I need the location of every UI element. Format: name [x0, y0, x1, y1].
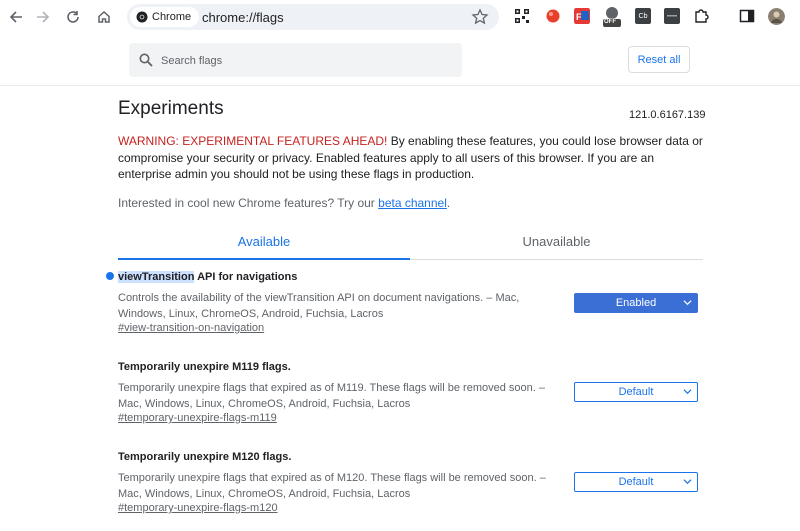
- flag-item-view-transition: viewTransition API for navigations Contr…: [106, 271, 703, 341]
- flag-state-value: Default: [618, 476, 654, 488]
- home-button[interactable]: [93, 6, 115, 28]
- flag-title: viewTransition API for navigations: [118, 271, 703, 283]
- flag-description: Temporarily unexpire flags that expired …: [118, 382, 545, 410]
- tab-available[interactable]: Available: [118, 234, 410, 249]
- chevron-down-icon: [683, 479, 692, 485]
- forward-button[interactable]: [32, 6, 54, 28]
- dark-extension-icon[interactable]: [664, 8, 680, 24]
- site-chip[interactable]: Chrome: [130, 7, 200, 27]
- active-tab-indicator: [118, 258, 410, 260]
- chevron-down-icon: [683, 300, 692, 306]
- chevron-down-icon: [683, 389, 692, 395]
- search-icon: [139, 53, 153, 67]
- flag-item-unexpire-m119: Temporarily unexpire M119 flags. Tempora…: [118, 361, 703, 431]
- flag-description: Temporarily unexpire flags that expired …: [118, 472, 546, 500]
- beta-note-text: Interested in cool new Chrome features? …: [118, 196, 379, 210]
- extensions-puzzle-icon[interactable]: [693, 8, 709, 24]
- modified-indicator-dot: [106, 272, 114, 280]
- flag-state-value: Enabled: [615, 297, 657, 309]
- warning-heading: WARNING: EXPERIMENTAL FEATURES AHEAD!: [118, 134, 388, 148]
- address-bar[interactable]: Chrome chrome://flags: [127, 4, 499, 30]
- flag-state-select[interactable]: Enabled: [574, 293, 698, 313]
- red-circle-extension-icon[interactable]: [545, 8, 561, 24]
- forward-arrow-icon: [37, 11, 50, 23]
- tab-bar: Available Unavailable: [118, 226, 703, 260]
- fe-extension-icon[interactable]: F: [574, 8, 590, 24]
- off-extension[interactable]: OFF: [603, 6, 621, 28]
- flag-description: Controls the availability of the viewTra…: [118, 292, 520, 320]
- tab-unavailable[interactable]: Unavailable: [410, 234, 703, 249]
- flag-state-select[interactable]: Default: [574, 382, 698, 402]
- chrome-icon: [136, 11, 148, 23]
- page-title: Experiments: [118, 98, 224, 119]
- url-text[interactable]: chrome://flags: [202, 10, 284, 25]
- site-chip-label: Chrome: [152, 11, 192, 23]
- reload-icon: [67, 11, 79, 23]
- svg-text:F: F: [576, 12, 582, 22]
- reload-button[interactable]: [62, 6, 84, 28]
- flag-item-unexpire-m120: Temporarily unexpire M120 flags. Tempora…: [118, 451, 703, 521]
- beta-channel-note: Interested in cool new Chrome features? …: [118, 196, 450, 210]
- cb-extension-icon[interactable]: Cb: [635, 8, 651, 24]
- flag-permalink[interactable]: #temporary-unexpire-flags-m120: [118, 502, 278, 514]
- warning-text: WARNING: EXPERIMENTAL FEATURES AHEAD! By…: [118, 133, 703, 183]
- flag-state-value: Default: [618, 386, 654, 398]
- side-panel-icon[interactable]: [739, 8, 755, 24]
- profile-avatar[interactable]: [768, 8, 785, 25]
- beta-channel-link[interactable]: beta channel: [378, 196, 447, 210]
- home-icon: [98, 10, 110, 23]
- flag-title-rest: API for navigations: [194, 271, 298, 283]
- back-arrow-icon: [9, 11, 22, 23]
- browser-toolbar: Chrome chrome://flags F OFF Cb: [0, 0, 800, 36]
- bookmark-star-icon[interactable]: [471, 8, 489, 26]
- flags-search-bar: Reset all: [0, 35, 800, 86]
- back-button[interactable]: [5, 6, 27, 28]
- flag-title: Temporarily unexpire M119 flags.: [118, 361, 291, 373]
- flag-permalink[interactable]: #view-transition-on-navigation: [118, 322, 264, 334]
- flag-permalink[interactable]: #temporary-unexpire-flags-m119: [118, 412, 277, 424]
- qr-extension-icon[interactable]: [514, 8, 530, 24]
- reset-all-button[interactable]: Reset all: [628, 46, 690, 73]
- cb-extension-label: Cb: [638, 12, 648, 20]
- beta-note-suffix: .: [446, 196, 451, 210]
- flag-title-highlight: viewTransition: [118, 271, 195, 283]
- flag-state-select[interactable]: Default: [574, 472, 698, 492]
- flag-title: Temporarily unexpire M120 flags.: [118, 451, 292, 463]
- off-badge-label: OFF: [604, 19, 616, 25]
- search-input[interactable]: [159, 43, 453, 79]
- version-number: 121.0.6167.139: [629, 109, 706, 121]
- search-box[interactable]: [129, 43, 462, 79]
